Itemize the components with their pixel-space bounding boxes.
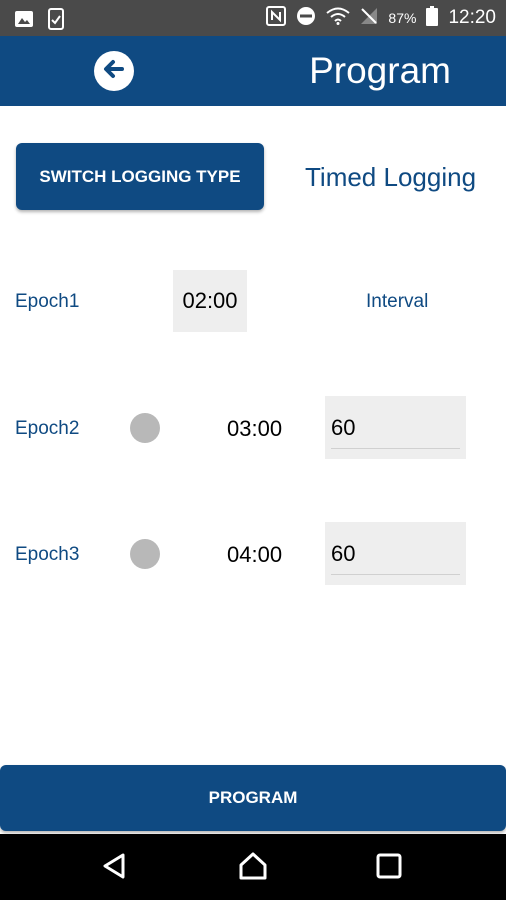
back-button[interactable] <box>94 51 134 91</box>
battery-icon <box>426 6 439 30</box>
epoch1-time-picker[interactable]: 02:00 <box>173 270 247 332</box>
page-title: Program <box>309 50 451 91</box>
notification-icons <box>14 8 64 35</box>
home-icon <box>238 851 268 886</box>
switch-logging-type-button[interactable]: SWITCH LOGGING TYPE <box>16 143 264 210</box>
epoch1-label: Epoch1 <box>15 291 80 312</box>
epoch3-toggle[interactable] <box>130 539 160 569</box>
epoch2-label: Epoch2 <box>15 418 80 439</box>
nav-back-button[interactable] <box>98 852 130 884</box>
epoch3-label: Epoch3 <box>15 544 80 565</box>
nfc-icon <box>266 6 287 30</box>
input-underline <box>331 448 460 449</box>
recents-icon <box>376 853 402 884</box>
epoch3-interval-value: 60 <box>331 540 356 566</box>
epoch2-interval-input[interactable]: 60 <box>325 396 466 459</box>
logging-type-label: Timed Logging <box>305 162 477 192</box>
input-underline <box>331 574 460 575</box>
system-icons: 87% 12:20 <box>266 0 496 36</box>
battery-percentage: 87% <box>388 10 417 26</box>
nav-home-button[interactable] <box>237 852 269 884</box>
status-bar: 87% 12:20 <box>0 0 506 36</box>
nav-recents-button[interactable] <box>373 852 405 884</box>
no-signal-icon <box>360 7 378 29</box>
app-bar: Program <box>0 36 506 106</box>
program-button[interactable]: PROGRAM <box>0 765 506 831</box>
epoch2-interval-value: 60 <box>331 414 356 440</box>
navigation-bar <box>0 834 506 900</box>
epoch2-toggle[interactable] <box>130 413 160 443</box>
epoch3-interval-input[interactable]: 60 <box>325 522 466 585</box>
epoch2-time[interactable]: 03:00 <box>227 416 282 442</box>
clock: 12:20 <box>448 7 496 28</box>
triangle-back-icon <box>101 852 127 885</box>
image-notification-icon <box>14 9 34 34</box>
phone-check-icon <box>48 8 64 35</box>
interval-header: Interval <box>366 291 429 312</box>
epoch3-time[interactable]: 04:00 <box>227 542 282 568</box>
do-not-disturb-icon <box>296 6 316 30</box>
arrow-back-icon <box>100 55 128 88</box>
wifi-icon <box>326 7 351 29</box>
